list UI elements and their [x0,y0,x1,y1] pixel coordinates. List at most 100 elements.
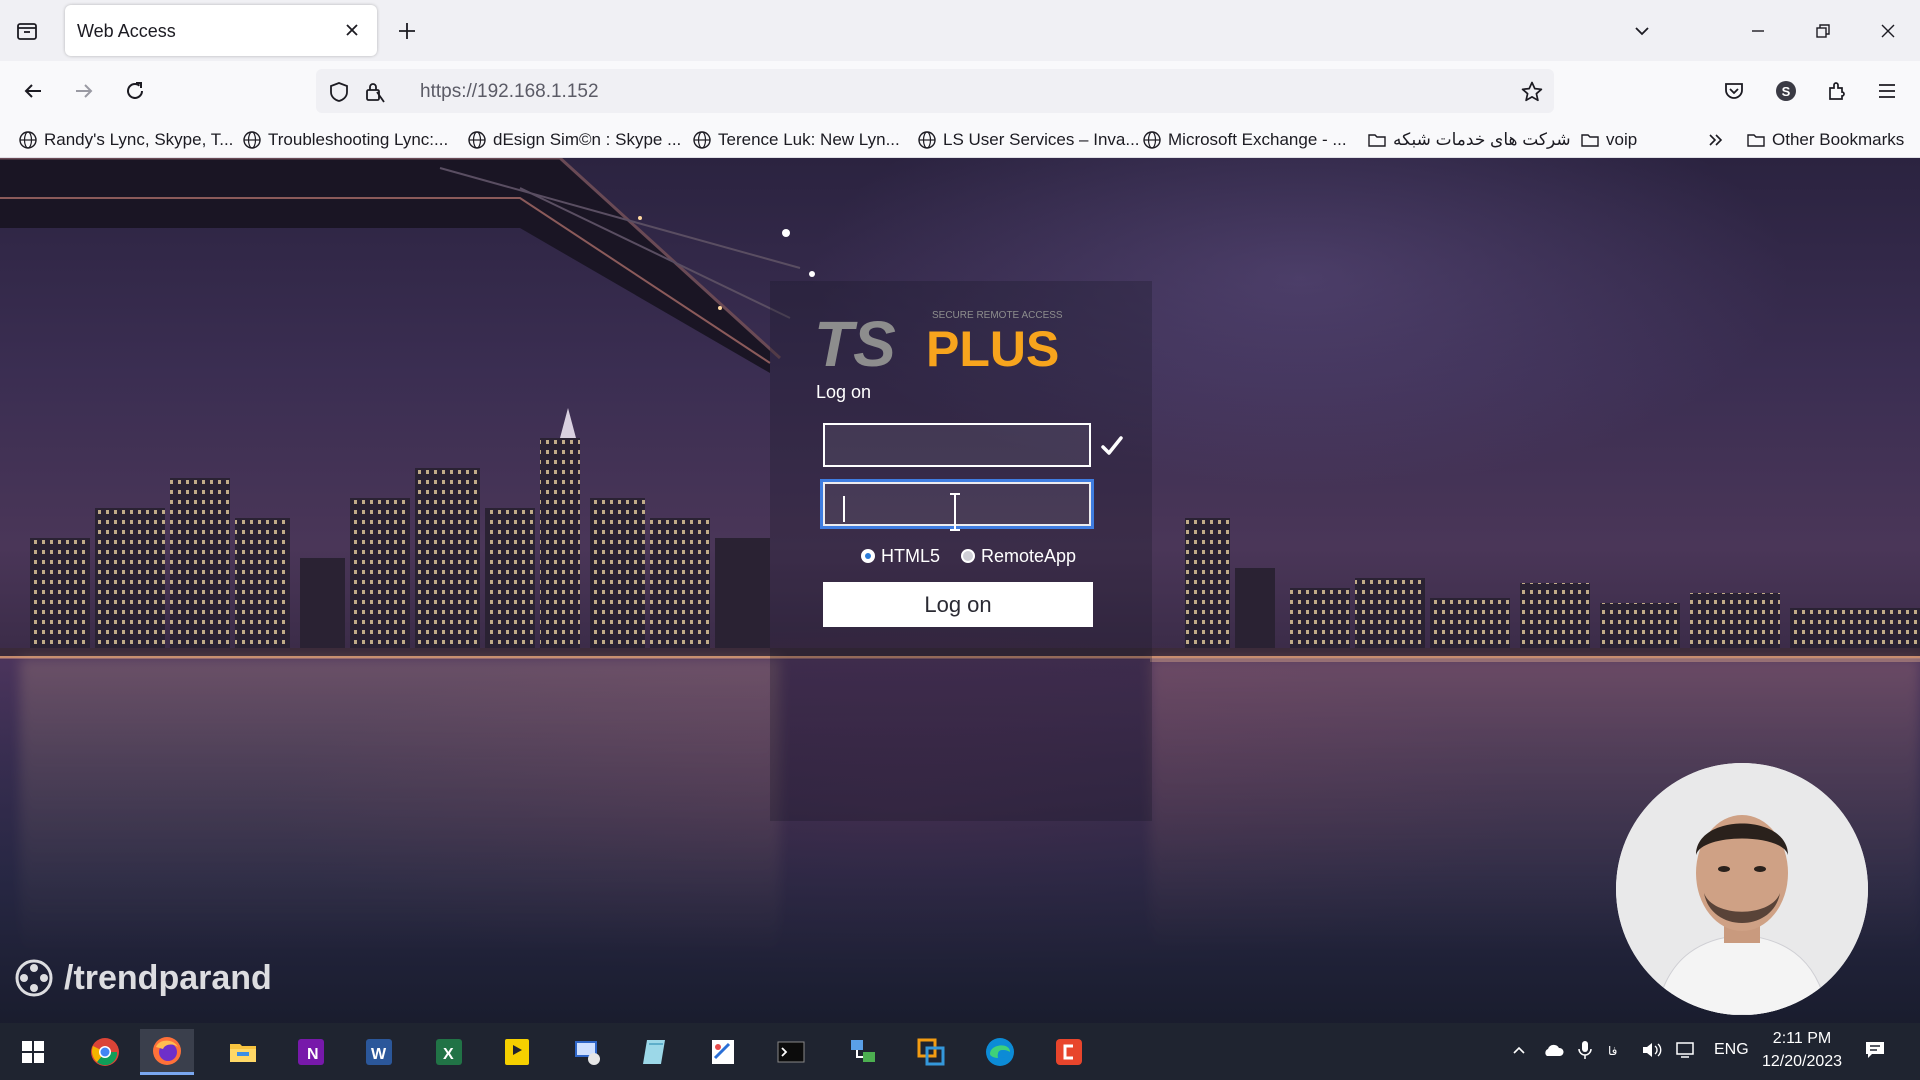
tab-list-icon[interactable] [12,16,42,46]
bookmark-star-icon[interactable] [1518,78,1546,106]
folder-icon [1368,134,1386,147]
url-text[interactable]: https://192.168.1.152 [420,81,599,103]
channel-watermark: /trendparand [14,958,272,998]
bookmarks-toolbar: Randy's Lync, Skype, T... Troubleshootin… [0,121,1920,158]
svg-text:W: W [371,1046,387,1063]
clock-time[interactable]: 2:11 PM [1762,1030,1842,1048]
vmware-icon[interactable] [904,1029,958,1075]
webcam-overlay [1616,763,1868,1015]
camtasia-icon[interactable] [1042,1029,1096,1075]
radio-html5-dot[interactable] [861,549,875,563]
other-bookmarks-folder[interactable]: Other Bookmarks [1746,127,1904,153]
language-indicator[interactable]: ENG [1714,1041,1749,1059]
word-icon[interactable]: W [352,1029,406,1075]
notifications-icon[interactable] [1862,1037,1888,1063]
radio-html5[interactable]: HTML5 [861,543,940,569]
other-bookmarks-label: Other Bookmarks [1772,130,1905,149]
url-bar[interactable]: https://192.168.1.152 [316,69,1554,113]
radio-remoteapp[interactable]: RemoteApp [961,543,1076,569]
skyline-reflection [20,658,780,958]
folder-icon [1747,134,1765,147]
menu-icon[interactable] [1870,74,1904,108]
logon-button[interactable]: Log on [823,582,1093,627]
bookmark-item[interactable]: Terence Luk: New Lyn... [692,127,900,153]
presenter-image [1616,763,1868,1015]
insecure-lock-icon[interactable] [361,79,387,105]
network-icon[interactable] [836,1029,890,1075]
bookmark-item[interactable]: dEsign Sim©n : Skype ... [467,127,681,153]
logon-title: Log on [816,382,872,402]
globe-icon [19,131,37,149]
tab-bar: Web Access [0,0,1920,61]
list-all-tabs-icon[interactable] [1624,13,1660,49]
bookmark-item[interactable]: LS User Services – Inva... [917,127,1140,153]
forward-icon[interactable] [67,74,101,108]
chrome-icon[interactable] [78,1029,132,1075]
onedrive-cloud-icon[interactable] [1540,1037,1566,1063]
svg-text:N: N [307,1046,319,1063]
svg-text:ﻓﺎ: ﻓﺎ [1608,1044,1617,1058]
watermark-text: /trendparand [64,958,272,997]
radio-remoteapp-label: RemoteApp [981,545,1077,566]
more-bookmarks-chevron-icon[interactable] [1706,127,1726,153]
username-input[interactable] [823,423,1091,467]
volume-icon[interactable] [1639,1037,1665,1063]
svg-text:TS: TS [814,308,896,378]
back-icon[interactable] [16,74,50,108]
remote-desktop-icon[interactable] [560,1029,614,1075]
start-icon[interactable] [6,1029,60,1075]
paint-icon[interactable] [696,1029,750,1075]
show-hidden-icons-chevron-icon[interactable] [1506,1037,1532,1063]
close-window-icon[interactable] [1870,13,1906,49]
onenote-icon[interactable]: N [284,1029,338,1075]
globe-icon [693,131,711,149]
navigation-bar: https://192.168.1.152 S [0,61,1920,121]
folder-icon [1581,134,1599,147]
shield-icon[interactable] [326,79,352,105]
firefox-icon[interactable] [140,1029,194,1075]
terminal-icon[interactable] [764,1029,818,1075]
bookmark-folder-label: شرکت های خدمات شبکه [1393,130,1571,149]
account-avatar-icon[interactable]: S [1769,74,1803,108]
file-explorer-icon[interactable] [216,1029,270,1075]
globe-icon [468,131,486,149]
excel-icon[interactable]: X [422,1029,476,1075]
bookmark-item[interactable]: Microsoft Exchange - ... [1142,127,1347,153]
globe-icon [1143,131,1161,149]
reload-icon[interactable] [118,74,152,108]
player-icon[interactable] [490,1029,544,1075]
clock-date[interactable]: 12/20/2023 [1758,1053,1846,1071]
radio-remoteapp-dot[interactable] [961,549,975,563]
input-method-icon[interactable]: ﻓﺎ [1606,1037,1632,1063]
svg-text:X: X [443,1046,454,1063]
extensions-icon[interactable] [1820,74,1854,108]
close-tab-icon[interactable] [339,17,365,43]
bookmark-label: Troubleshooting Lync:... [268,130,449,149]
edge-icon[interactable] [973,1029,1027,1075]
bookmark-folder[interactable]: شرکت های خدمات شبکه [1367,127,1571,153]
svg-text:S: S [1782,84,1791,99]
tsplus-logo: TS PLUS SECURE REMOTE ACCESS [814,308,1063,378]
bookmark-folder[interactable]: voip [1580,127,1637,153]
bookmark-item[interactable]: Randy's Lync, Skype, T... [18,127,233,153]
svg-text:PLUS: PLUS [926,321,1059,377]
checkmark-icon [1099,433,1125,459]
ibeam-cursor-icon [950,493,960,531]
restore-icon[interactable] [1805,13,1841,49]
new-tab-icon[interactable] [392,16,422,46]
minimize-icon[interactable] [1740,13,1776,49]
radio-html5-label: HTML5 [881,545,941,566]
pocket-icon[interactable] [1717,74,1751,108]
bookmark-label: LS User Services – Inva... [943,130,1140,149]
tab-title: Web Access [77,21,176,41]
tab-web-access[interactable]: Web Access [65,5,377,56]
microphone-icon[interactable] [1572,1037,1598,1063]
text-caret [843,496,845,522]
bookmark-label: dEsign Sim©n : Skype ... [493,130,682,149]
bookmark-label: Microsoft Exchange - ... [1168,130,1347,149]
network-status-icon[interactable] [1673,1037,1699,1063]
bookmark-label: Randy's Lync, Skype, T... [44,130,234,149]
bookmark-item[interactable]: Troubleshooting Lync:... [242,127,448,153]
notepad-icon[interactable] [628,1029,682,1075]
film-reel-icon [15,959,53,997]
